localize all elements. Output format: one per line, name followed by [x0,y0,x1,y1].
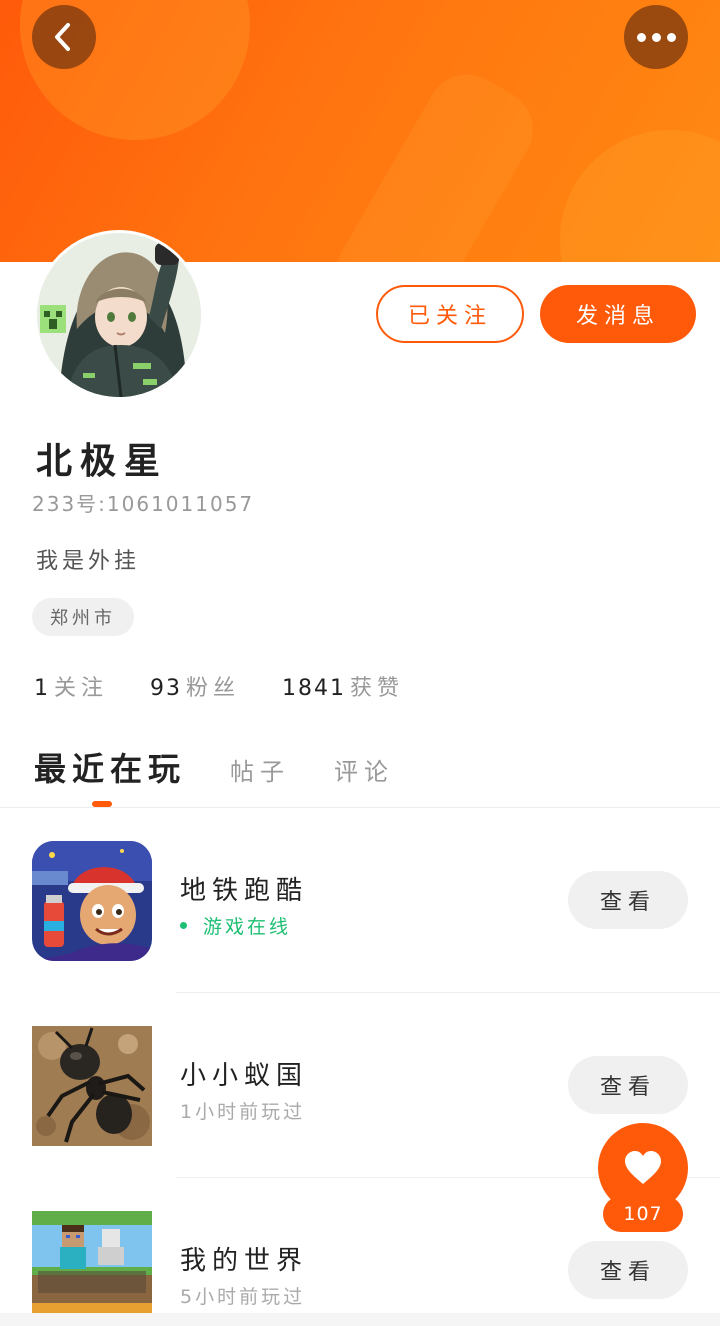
stat-value: 1841 [282,676,347,701]
stat-label: 关注 [54,676,109,701]
stat-fans[interactable]: 93 粉丝 [150,670,240,702]
game-name: 地铁跑酷 [180,876,309,906]
game-status: 5小时前玩过 [180,1282,305,1309]
online-dot-icon [180,922,187,929]
user-id: 233号:1061011057 [32,492,255,516]
stat-label: 获赞 [350,676,405,701]
chevron-left-icon [55,23,70,51]
tab-comments[interactable]: 评论 [334,752,394,787]
ant-kingdom-icon [32,1026,152,1146]
game-status: 1小时前玩过 [180,1097,305,1124]
banner-decoration [322,59,548,262]
send-message-button[interactable]: 发消息 [540,285,696,343]
more-dots-icon [636,32,676,42]
anime-avatar [37,233,201,397]
heart-icon [625,1151,661,1184]
stat-value: 1 [34,676,50,701]
stat-following[interactable]: 1 关注 [34,670,108,702]
game-status: 游戏在线 [180,912,291,939]
like-count: 107 [603,1196,683,1232]
game-status-text: 1小时前玩过 [180,1101,306,1123]
view-button[interactable]: 查看 [568,871,688,929]
minecraft-icon [32,1211,152,1314]
stats-row: 1 关注 93 粉丝 1841 获赞 [34,670,404,702]
game-name: 小小蚁国 [180,1061,309,1091]
list-item[interactable]: 地铁跑酷 游戏在线 查看 [0,808,720,993]
avatar[interactable] [34,230,204,400]
username: 北极星 [36,441,169,482]
bio: 我是外挂 [36,549,141,574]
subway-surfers-icon [32,841,152,961]
stat-value: 93 [150,676,183,701]
game-name: 我的世界 [180,1246,309,1276]
stat-label: 粉丝 [186,676,241,701]
stat-likes[interactable]: 1841 获赞 [282,670,404,702]
tab-posts[interactable]: 帖子 [230,752,290,787]
banner-decoration [560,130,720,262]
location-tag: 郑州市 [32,598,134,636]
more-button[interactable] [624,5,688,69]
tab-recently-played[interactable]: 最近在玩 [34,744,186,790]
view-button[interactable]: 查看 [568,1241,688,1299]
following-button[interactable]: 已关注 [376,285,524,343]
game-status-text: 5小时前玩过 [180,1286,306,1308]
bottom-bar [0,1313,720,1326]
game-status-text: 游戏在线 [203,916,292,938]
view-button[interactable]: 查看 [568,1056,688,1114]
back-button[interactable] [32,5,96,69]
tab-bar: 最近在玩 帖子 评论 [34,744,394,790]
header-banner [0,0,720,262]
